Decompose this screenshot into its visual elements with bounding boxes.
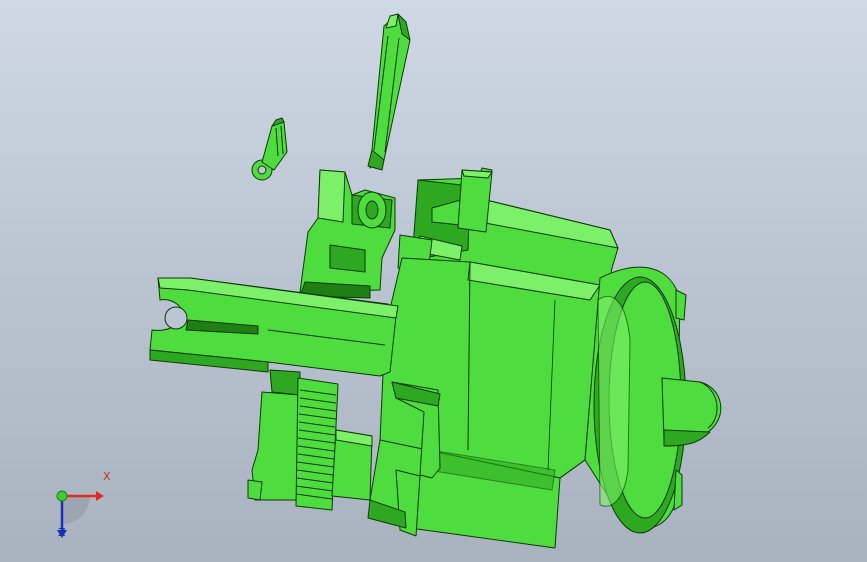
z-axis-label: Z — [58, 526, 66, 539]
upper-bracket-part[interactable] — [299, 169, 396, 299]
coordinate-triad: X Z — [44, 470, 114, 548]
link-rod-part[interactable] — [367, 13, 411, 171]
round-end-cover-part[interactable] — [584, 266, 722, 534]
eyelet-clip-part[interactable] — [251, 117, 288, 181]
x-axis-label: X — [103, 470, 111, 483]
triad-axes-icon — [56, 490, 104, 538]
main-housing-part[interactable] — [367, 167, 619, 549]
graphics-viewport[interactable]: X Z — [0, 0, 867, 562]
gear-pinion-part[interactable] — [247, 369, 373, 511]
cad-assembly-model[interactable] — [0, 0, 867, 562]
